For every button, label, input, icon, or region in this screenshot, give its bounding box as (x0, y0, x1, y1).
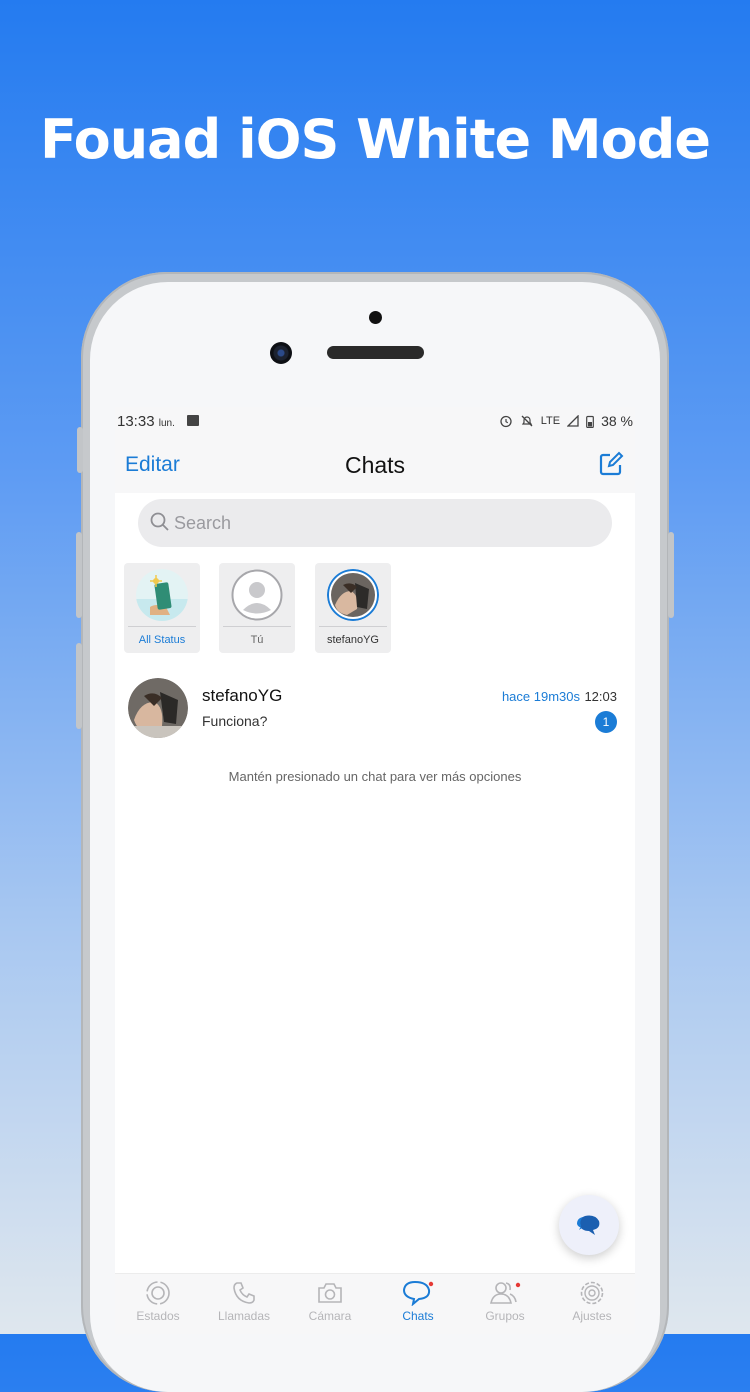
mute-switch (77, 427, 83, 473)
page-title: Chats (344, 452, 406, 478)
search-placeholder: Search (174, 513, 232, 533)
volume-down-button (76, 643, 82, 729)
front-camera (270, 342, 292, 364)
chat-preview: Funciona? (202, 713, 268, 729)
tab-label: Cámara (308, 1309, 352, 1323)
tab-chats[interactable]: Chats (375, 1280, 461, 1323)
my-avatar (231, 569, 283, 621)
status-label: stefanoYG (327, 634, 379, 646)
alarm-icon (500, 415, 512, 428)
image-notification-icon (187, 415, 199, 426)
tab-grupos[interactable]: Grupos (462, 1280, 548, 1323)
tab-label: Llamadas (217, 1309, 271, 1323)
groups-icon (490, 1282, 521, 1304)
status-bar: 13:33 lun. LTE 38 % (115, 407, 635, 435)
status-row: All Status Tú stefanoYG (124, 563, 634, 653)
status-divider (223, 626, 291, 627)
banner-title: Fouad iOS White Mode (39, 108, 711, 171)
chat-time: 12:03 (584, 689, 617, 704)
battery-text: 38 % (601, 413, 633, 429)
all-status-avatar (136, 569, 188, 621)
status-icon (146, 1281, 170, 1305)
network-text: LTE (540, 415, 561, 427)
signal-icon (567, 415, 579, 427)
status-card-contact[interactable]: stefanoYG (315, 563, 391, 653)
earpiece-speaker (327, 346, 424, 359)
camera-icon (318, 1283, 342, 1303)
power-button (668, 532, 674, 618)
battery-icon (586, 415, 594, 428)
search-bar[interactable]: Search (138, 499, 612, 547)
status-label: Tú (250, 634, 264, 646)
tab-bar: Estados Llamadas Cámara Chats Grupos Aju… (115, 1273, 635, 1334)
nav-bar: Editar Chats (115, 435, 635, 493)
settings-icon (580, 1281, 604, 1305)
tab-label: Grupos (485, 1309, 525, 1323)
phone-screen: 13:33 lun. LTE 38 % Editar Chats Search … (115, 407, 635, 1334)
status-card-all[interactable]: All Status (124, 563, 200, 653)
proximity-sensor (369, 311, 382, 324)
hint-text: Mantén presionado un chat para ver más o… (228, 769, 522, 784)
day-text: lun. (158, 418, 175, 429)
status-indicators: LTE 38 % (499, 413, 633, 429)
tab-estados[interactable]: Estados (115, 1280, 201, 1323)
tab-ajustes[interactable]: Ajustes (549, 1280, 635, 1323)
unread-badge: 1 (595, 711, 617, 733)
mute-bell-icon (521, 415, 533, 427)
compose-icon[interactable] (598, 451, 624, 477)
chat-name: stefanoYG (202, 686, 283, 705)
new-chat-button[interactable] (559, 1195, 619, 1255)
tab-label: Estados (136, 1309, 180, 1323)
status-label: All Status (138, 634, 186, 646)
phone-icon (233, 1282, 255, 1304)
tab-camara[interactable]: Cámara (287, 1280, 373, 1323)
search-icon (150, 512, 169, 531)
status-divider (319, 626, 387, 627)
status-time: 13:33 lun. (117, 413, 175, 430)
status-divider (128, 626, 196, 627)
tab-label: Ajustes (572, 1309, 612, 1323)
tab-llamadas[interactable]: Llamadas (201, 1280, 287, 1323)
volume-up-button (76, 532, 82, 618)
tab-label: Chats (402, 1309, 434, 1323)
last-seen: hace 19m30s (501, 689, 580, 704)
chat-list-item[interactable]: stefanoYG Funciona? hace 19m30s 12:03 1 (115, 673, 635, 745)
chat-bubbles-icon (577, 1215, 600, 1235)
contact-status-avatar (327, 569, 379, 621)
chats-icon (402, 1280, 434, 1306)
status-card-mine[interactable]: Tú (219, 563, 295, 653)
time-text: 13:33 (117, 413, 155, 430)
avatar (128, 678, 188, 738)
